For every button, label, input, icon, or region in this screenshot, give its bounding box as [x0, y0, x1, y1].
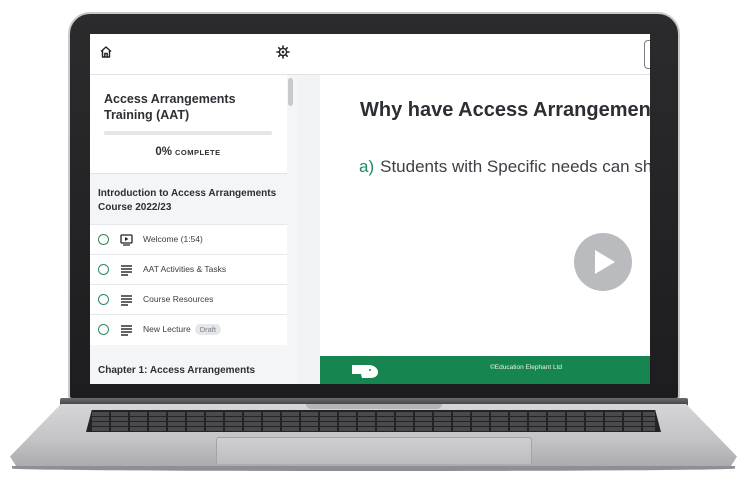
laptop-notch — [306, 404, 442, 409]
laptop-keyboard — [86, 410, 661, 432]
lecture-label: AAT Activities & Tasks — [143, 264, 227, 274]
home-icon[interactable] — [99, 45, 113, 59]
video-icon — [120, 233, 133, 246]
bullet-marker: a) — [359, 157, 375, 176]
incomplete-circle-icon — [98, 264, 109, 275]
text-lines-icon — [120, 263, 133, 276]
slide-footer: ©Education Elephant Ltd — [320, 356, 650, 384]
lecture-content-area: Why have Access Arrangemen a) Students wi… — [298, 34, 650, 384]
text-lines-icon — [120, 293, 133, 306]
incomplete-circle-icon — [98, 234, 109, 245]
play-button[interactable] — [574, 233, 632, 291]
lecture-item-resources[interactable]: Course Resources — [90, 284, 287, 315]
bullet-text: Students with Specific needs can sho — [380, 157, 650, 176]
progress-percent: 0% — [155, 146, 172, 158]
laptop-trackpad — [216, 437, 532, 464]
laptop-screen: Access Arrangements Training (AAT) 0% COM… — [90, 34, 650, 384]
play-icon — [595, 250, 615, 274]
progress-label: 0% COMPLETE — [104, 146, 272, 158]
section-title[interactable]: Chapter 1: Access Arrangements — [98, 364, 278, 378]
section-title[interactable]: Introduction to Access Arrangements Cour… — [98, 187, 278, 215]
text-lines-icon — [120, 323, 133, 336]
course-sidebar: Access Arrangements Training (AAT) 0% COM… — [90, 34, 299, 384]
copyright-text: ©Education Elephant Ltd — [490, 364, 563, 371]
progress-bar — [104, 131, 272, 135]
education-elephant-logo — [348, 362, 382, 380]
course-progress-card: Access Arrangements Training (AAT) 0% COM… — [90, 75, 287, 174]
draft-badge: Draft — [194, 324, 221, 335]
slide-bullet: a) Students with Specific needs can sho — [359, 157, 650, 177]
lecture-item-new-lecture[interactable]: New Lecture Draft — [90, 314, 287, 345]
slide-title: Why have Access Arrangemen — [360, 99, 650, 121]
sidebar-scrollbar[interactable] — [288, 78, 293, 106]
gear-icon[interactable] — [276, 45, 290, 59]
header-button[interactable] — [644, 40, 650, 69]
lecture-label: Welcome (1:54) — [143, 234, 203, 244]
lecture-label: New Lecture Draft — [143, 324, 221, 335]
lecture-label-text: New Lecture — [143, 324, 191, 334]
lecture-item-activities[interactable]: AAT Activities & Tasks — [90, 254, 287, 285]
lecture-item-welcome[interactable]: Welcome (1:54) — [90, 224, 287, 255]
incomplete-circle-icon — [98, 294, 109, 305]
lecture-label: Course Resources — [143, 294, 214, 304]
incomplete-circle-icon — [98, 324, 109, 335]
slide-preview: Why have Access Arrangemen a) Students wi… — [320, 75, 650, 384]
laptop-foot — [12, 466, 735, 471]
progress-complete-text: COMPLETE — [174, 148, 221, 157]
content-header — [298, 34, 650, 75]
sidebar-header — [90, 34, 298, 75]
course-title: Access Arrangements Training (AAT) — [104, 92, 236, 122]
